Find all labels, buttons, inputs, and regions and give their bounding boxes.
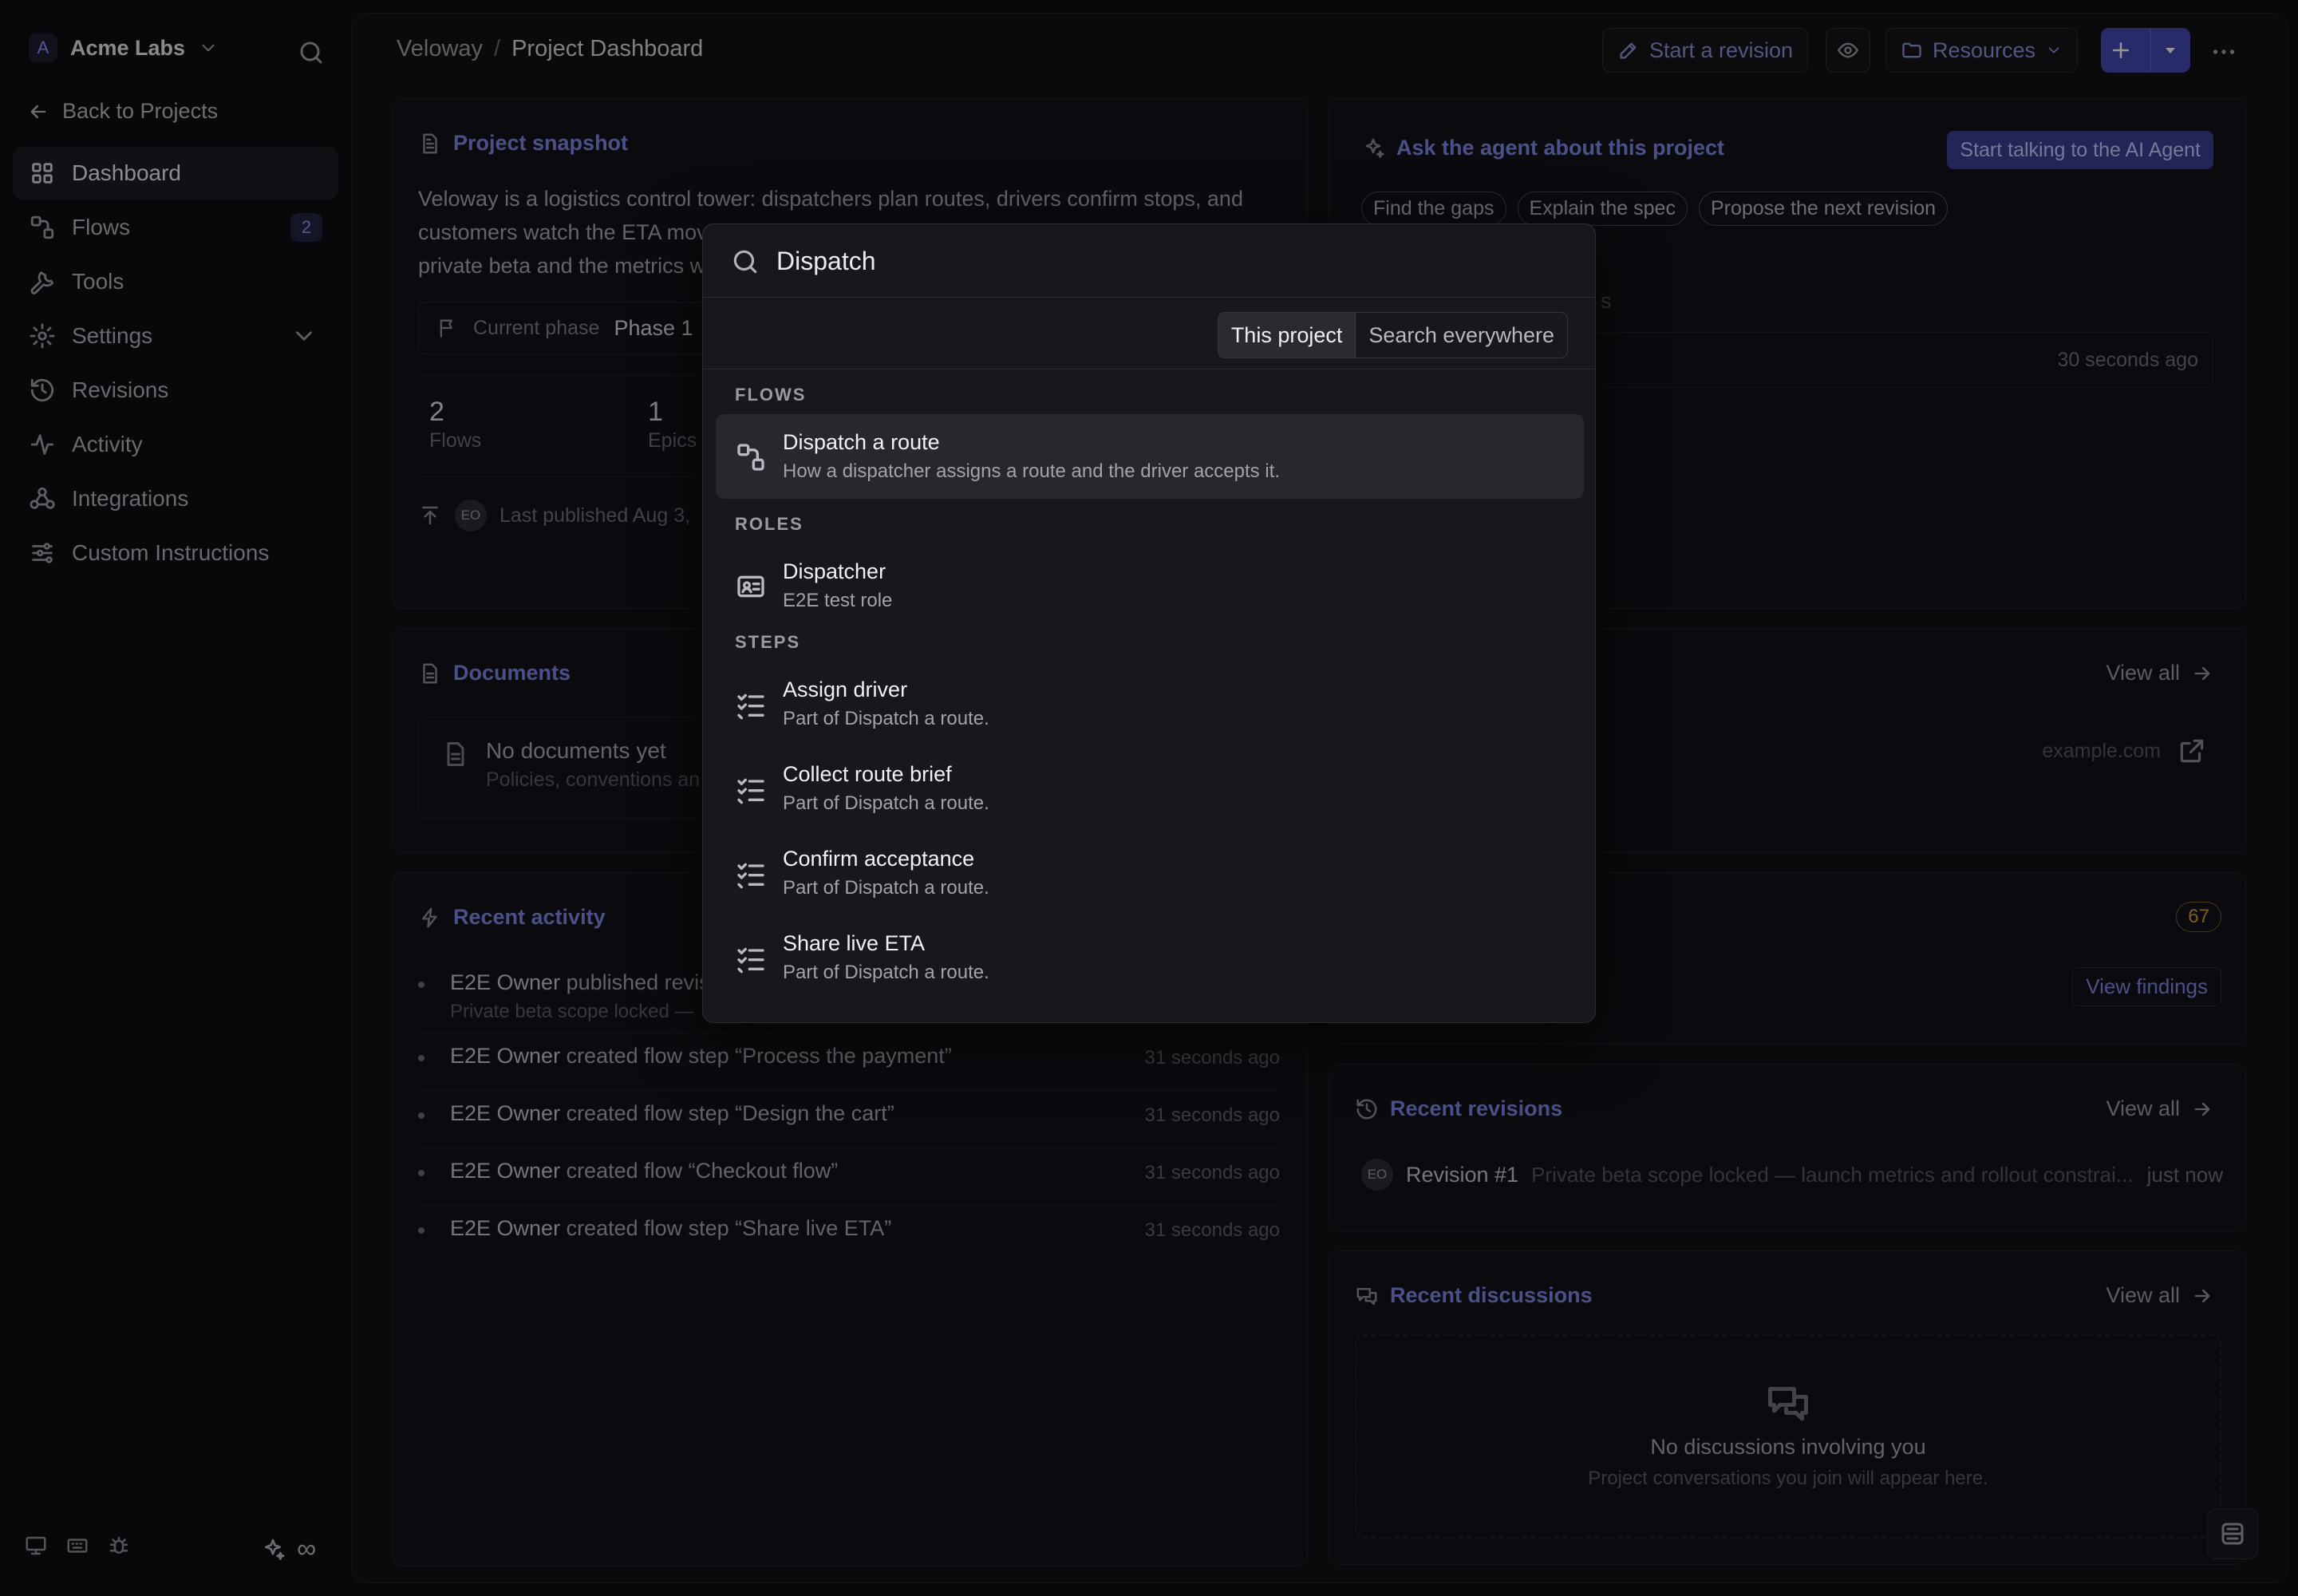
id-card-icon [737, 575, 764, 598]
result-item[interactable]: Confirm acceptance Part of Dispatch a ro… [716, 831, 1584, 915]
result-item[interactable]: Dispatcher E2E test role [716, 543, 1584, 628]
flow-icon [737, 444, 764, 471]
result-title: Assign driver [783, 678, 908, 701]
palette-scope-bar: This project Search everywhere [703, 298, 1595, 369]
result-title: Collect route brief [783, 762, 952, 786]
checklist-icon [737, 778, 764, 804]
search-icon [733, 250, 757, 274]
result-item[interactable]: Collect route brief Part of Dispatch a r… [716, 746, 1584, 831]
result-description: Part of Dispatch a route. [783, 708, 989, 729]
scope-this-project[interactable]: This project [1218, 313, 1356, 358]
result-title: Confirm acceptance [783, 847, 975, 871]
result-title: Dispatch a route [783, 430, 940, 454]
results-group-label: FLOWS [735, 385, 807, 405]
scope-search-everywhere[interactable]: Search everywhere [1356, 313, 1567, 358]
checklist-icon [737, 863, 764, 889]
command-palette: This project Search everywhere FLOWS Dis… [702, 223, 1596, 1023]
palette-results: FLOWS Dispatch a route How a dispatcher … [716, 381, 1584, 1000]
checklist-icon [737, 693, 764, 720]
result-description: Part of Dispatch a route. [783, 962, 989, 983]
result-item[interactable]: Share live ETA Part of Dispatch a route. [716, 915, 1584, 1000]
result-description: E2E test role [783, 590, 893, 611]
checklist-icon [737, 947, 764, 974]
result-description: How a dispatcher assigns a route and the… [783, 460, 1280, 482]
result-title: Share live ETA [783, 931, 926, 955]
results-group-label: STEPS [735, 632, 801, 652]
result-description: Part of Dispatch a route. [783, 792, 989, 814]
result-item[interactable]: Dispatch a route How a dispatcher assign… [716, 414, 1584, 499]
results-group-label: ROLES [735, 514, 804, 534]
result-title: Dispatcher [783, 559, 886, 583]
palette-search-bar [703, 224, 1595, 298]
result-description: Part of Dispatch a route. [783, 877, 989, 899]
result-item[interactable]: Assign driver Part of Dispatch a route. [716, 662, 1584, 746]
search-scope-toggle: This project Search everywhere [1217, 312, 1568, 358]
palette-search-input[interactable] [776, 239, 1542, 283]
